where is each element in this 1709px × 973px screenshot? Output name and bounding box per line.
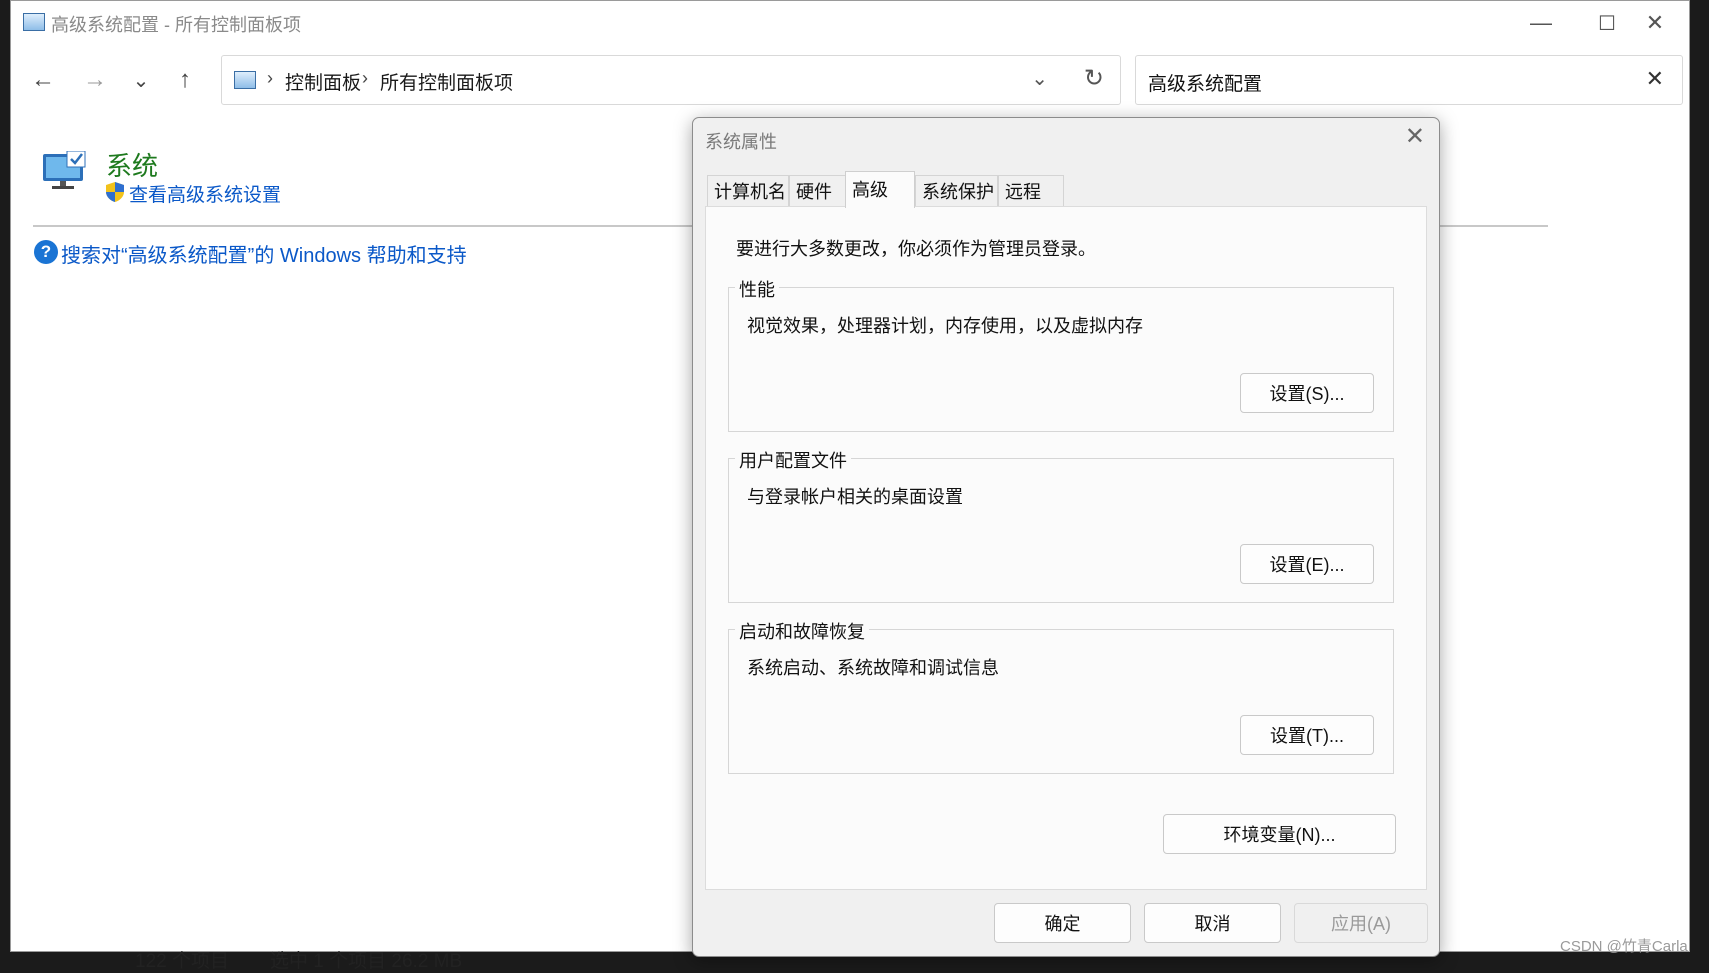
breadcrumb-separator: ›: [267, 68, 273, 88]
group-label: 用户配置文件: [735, 447, 851, 473]
breadcrumb-separator: ›: [362, 68, 368, 88]
environment-variables-button[interactable]: 环境变量(N)...: [1163, 814, 1396, 854]
window-title: 高级系统配置 - 所有控制面板项: [51, 15, 301, 35]
performance-group: 性能 视觉效果，处理器计划，内存使用，以及虚拟内存 设置(S)...: [728, 276, 1394, 432]
recent-locations-button[interactable]: ⌄: [123, 65, 159, 95]
search-box[interactable]: 高级系统配置 ✕: [1135, 55, 1683, 105]
help-icon: ?: [34, 240, 58, 264]
system-title-link[interactable]: 系统: [106, 146, 158, 183]
advanced-tab-page: 要进行大多数更改，你必须作为管理员登录。 性能 视觉效果，处理器计划，内存使用，…: [705, 206, 1427, 890]
user-profiles-settings-button[interactable]: 设置(E)...: [1240, 544, 1374, 584]
group-description: 与登录帐户相关的桌面设置: [747, 487, 963, 507]
watermark: CSDN @竹青Carla: [1560, 938, 1688, 955]
group-description: 系统启动、系统故障和调试信息: [747, 658, 999, 678]
apply-button[interactable]: 应用(A): [1294, 903, 1428, 943]
title-bar: 高级系统配置 - 所有控制面板项 — ☐ ✕: [11, 1, 1689, 45]
breadcrumb-all-items[interactable]: 所有控制面板项: [380, 68, 513, 95]
status-selection: 选中 1 个项目 26.2 MB: [270, 951, 463, 972]
uac-shield-icon: [106, 182, 124, 202]
tab-advanced[interactable]: 高级: [845, 171, 915, 208]
refresh-icon[interactable]: ↻: [1084, 64, 1104, 93]
windows-help-link[interactable]: 搜索对“高级系统配置”的 Windows 帮助和支持: [61, 239, 467, 268]
tab-remote[interactable]: 远程: [998, 175, 1064, 207]
tab-computer-name[interactable]: 计算机名: [707, 175, 789, 207]
startup-recovery-group: 启动和故障恢复 系统启动、系统故障和调试信息 设置(T)...: [728, 618, 1394, 774]
navigation-bar: ← → ⌄ ↑ › 控制面板 › 所有控制面板项 ⌄ ↻ 高级系统配置 ✕: [11, 51, 1689, 107]
back-button[interactable]: ←: [25, 65, 61, 95]
view-advanced-settings-link[interactable]: 查看高级系统设置: [129, 180, 281, 207]
admin-note: 要进行大多数更改，你必须作为管理员登录。: [736, 239, 1096, 259]
performance-settings-button[interactable]: 设置(S)...: [1240, 373, 1374, 413]
user-profiles-group: 用户配置文件 与登录帐户相关的桌面设置 设置(E)...: [728, 447, 1394, 603]
cancel-button[interactable]: 取消: [1144, 903, 1281, 943]
dialog-title: 系统属性: [705, 132, 777, 152]
tab-system-protection[interactable]: 系统保护: [915, 175, 998, 207]
control-panel-icon: [234, 71, 256, 89]
tab-hardware[interactable]: 硬件: [789, 175, 847, 207]
group-label: 性能: [735, 276, 779, 302]
ok-button[interactable]: 确定: [994, 903, 1131, 943]
up-button[interactable]: ↑: [167, 65, 203, 95]
control-panel-icon: [23, 13, 45, 31]
minimize-button[interactable]: —: [1511, 5, 1571, 41]
dialog-close-icon[interactable]: ✕: [1405, 122, 1425, 151]
status-item-count: 122 个项目: [135, 951, 229, 972]
breadcrumb-control-panel[interactable]: 控制面板: [285, 68, 361, 95]
system-monitor-icon: [43, 151, 86, 189]
system-properties-dialog: 系统属性 ✕ 计算机名 硬件 高级 系统保护 远程 要进行大多数更改，你必须作为…: [692, 117, 1440, 957]
clear-search-icon[interactable]: ✕: [1646, 66, 1664, 92]
startup-recovery-settings-button[interactable]: 设置(T)...: [1240, 715, 1374, 755]
address-dropdown-icon[interactable]: ⌄: [1031, 66, 1048, 91]
close-button[interactable]: ✕: [1625, 5, 1685, 41]
group-description: 视觉效果，处理器计划，内存使用，以及虚拟内存: [747, 316, 1143, 336]
forward-button[interactable]: →: [77, 65, 113, 95]
group-label: 启动和故障恢复: [735, 618, 869, 644]
search-input[interactable]: 高级系统配置: [1148, 69, 1262, 96]
address-bar[interactable]: › 控制面板 › 所有控制面板项 ⌄ ↻: [221, 55, 1121, 105]
